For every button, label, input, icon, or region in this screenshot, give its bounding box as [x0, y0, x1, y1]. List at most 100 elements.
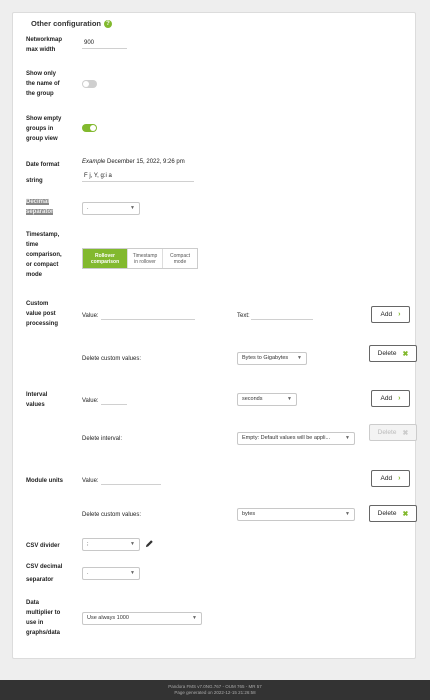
chevron-down-icon: ▼ [130, 570, 135, 576]
module-units-label: Module units [26, 476, 63, 486]
label-line: mode [26, 272, 43, 278]
timestamp-mode-selector: Rollover comparison Timestamp in rollover … [82, 248, 198, 269]
chevron-down-icon: ▼ [297, 355, 302, 361]
select-value: bytes [242, 511, 256, 517]
custom-value-delete-button[interactable]: Delete ✖ [369, 345, 417, 362]
csv-decimal-select[interactable]: . ▼ [82, 567, 140, 580]
chevron-down-icon: ▼ [192, 615, 197, 621]
option-line: comparison [90, 258, 120, 265]
csv-divider-select[interactable]: ; ▼ [82, 538, 140, 551]
date-format-input[interactable]: F j, Y, g:i a [82, 172, 194, 182]
chevron-right-icon: › [398, 311, 401, 318]
page-footer: Pandora FMS v7.0NG.767 - OUM 765 - MR 57… [0, 680, 430, 700]
toggle-knob [83, 81, 89, 87]
label-line: group view [26, 136, 58, 142]
button-label: Add [380, 311, 393, 318]
toggle-knob [90, 125, 96, 131]
example-prefix: Example [82, 159, 106, 165]
chevron-down-icon: ▼ [345, 435, 350, 441]
decimal-separator-select[interactable]: . ▼ [82, 202, 140, 215]
option-rollover-comparison[interactable]: Rollover comparison [83, 249, 127, 268]
label-line: Timestamp, [26, 232, 60, 238]
label-line: string [26, 178, 43, 184]
chevron-down-icon: ▼ [130, 205, 135, 211]
module-units-value-input[interactable] [101, 475, 161, 485]
module-units-add-button[interactable]: Add › [371, 470, 410, 487]
label-line: time [26, 242, 39, 248]
label-line: separator [26, 209, 54, 215]
chevron-down-icon: ▼ [130, 541, 135, 547]
show-empty-groups-toggle[interactable] [82, 124, 97, 132]
option-timestamp-in-rollover[interactable]: Timestamp in rollover [127, 249, 162, 268]
label-line: Show only [26, 71, 56, 77]
example-value: December 15, 2022, 9:26 pm [107, 159, 185, 165]
label-line: use in [26, 620, 44, 626]
label-line: Networkmap [26, 37, 63, 43]
label-line: or compact [26, 262, 59, 268]
csv-decimal-label: CSV decimal separator [26, 562, 62, 585]
label-line: separator [26, 577, 54, 583]
custom-value-delete-select[interactable]: Bytes to Gigabytes ▼ [237, 352, 307, 365]
interval-delete-label: Delete interval: [82, 436, 123, 442]
interval-unit-select[interactable]: seconds ▼ [237, 393, 297, 406]
custom-value-label: Custom value post processing [26, 299, 58, 329]
label-line: Decimal [26, 199, 50, 205]
custom-value-text-label: Text: [237, 313, 250, 319]
interval-delete-button[interactable]: Delete ✖ [369, 424, 417, 441]
pencil-icon[interactable] [145, 539, 154, 548]
label-line: comparison, [26, 252, 62, 258]
option-line: mode [173, 258, 187, 265]
button-label: Add [380, 395, 393, 402]
label-line: Custom [26, 301, 49, 307]
select-value: ; [87, 541, 89, 547]
module-units-delete-label: Delete custom values: [82, 512, 142, 518]
data-multiplier-label: Data multiplier to use in graphs/data [26, 598, 60, 638]
select-value: . [87, 205, 89, 211]
footer-generated: Page generated on 2022-12-15 21:26:58 [174, 690, 256, 695]
button-label: Delete [377, 510, 397, 517]
label-line: graphs/data [26, 630, 61, 636]
chevron-right-icon: › [398, 475, 401, 482]
section-legend: Other configuration ? [28, 19, 115, 28]
chevron-right-icon: › [398, 395, 401, 402]
interval-value-input[interactable] [101, 395, 127, 405]
button-label: Delete [377, 350, 397, 357]
close-icon: ✖ [402, 350, 409, 358]
chevron-down-icon: ▼ [345, 511, 350, 517]
button-label: Add [380, 475, 393, 482]
interval-value-label: Value: [82, 398, 99, 404]
option-compact-mode[interactable]: Compact mode [162, 249, 197, 268]
label-line: value post [26, 311, 56, 317]
label-line: groups in [26, 126, 54, 132]
select-value: . [87, 570, 89, 576]
custom-value-add-button[interactable]: Add › [371, 306, 410, 323]
show-empty-groups-label: Show empty groups in group view [26, 114, 61, 144]
data-multiplier-select[interactable]: Use always 1000 ▼ [82, 612, 202, 625]
interval-delete-select[interactable]: Empty: Default values will be appli... ▼ [237, 432, 355, 445]
configuration-panel: Other configuration ? [12, 12, 416, 659]
label-line: multiplier to [26, 610, 61, 616]
module-units-delete-button[interactable]: Delete ✖ [369, 505, 417, 522]
label-line: the name of [26, 81, 60, 87]
show-only-name-toggle[interactable] [82, 80, 97, 88]
interval-label: Interval values [26, 390, 47, 410]
label-line: Show empty [26, 116, 62, 122]
help-icon[interactable]: ? [104, 19, 112, 28]
custom-value-value-input[interactable] [101, 310, 195, 320]
label-line: max width [26, 47, 56, 53]
label-line: Interval [26, 392, 48, 398]
select-value: Use always 1000 [87, 615, 129, 621]
select-value: Empty: Default values will be appli... [242, 435, 331, 441]
label-line: Date format [26, 162, 60, 168]
interval-add-button[interactable]: Add › [371, 390, 410, 407]
timestamp-mode-label: Timestamp, time comparison, or compact m… [26, 230, 62, 280]
label-line: values [26, 402, 45, 408]
networkmap-width-input[interactable]: 900 [82, 39, 127, 49]
label-line: CSV divider [26, 543, 60, 549]
networkmap-label: Networkmap max width [26, 35, 62, 55]
select-value: Bytes to Gigabytes [242, 355, 289, 361]
date-format-example: Example December 15, 2022, 9:26 pm [82, 158, 185, 166]
label-line: the group [26, 91, 54, 97]
module-units-delete-select[interactable]: bytes ▼ [237, 508, 355, 521]
custom-value-text-input[interactable] [251, 310, 313, 320]
